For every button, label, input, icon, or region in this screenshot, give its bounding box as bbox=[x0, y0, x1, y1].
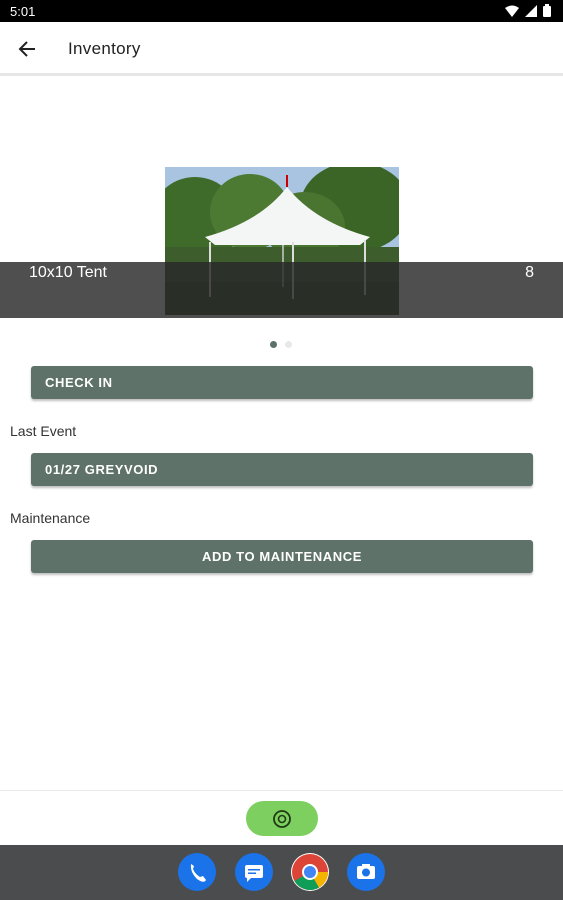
battery-icon bbox=[543, 4, 551, 17]
chrome-icon[interactable] bbox=[291, 853, 329, 891]
bottom-divider bbox=[0, 790, 563, 791]
page-title: Inventory bbox=[68, 39, 141, 58]
item-name: 10x10 Tent bbox=[29, 264, 107, 281]
maintenance-heading: Maintenance bbox=[10, 510, 91, 526]
carousel-pager bbox=[270, 341, 292, 348]
camera-icon[interactable] bbox=[347, 853, 385, 891]
page-dot[interactable] bbox=[285, 341, 292, 348]
status-icons bbox=[505, 4, 551, 17]
scan-icon bbox=[273, 809, 291, 828]
last-event-button[interactable]: 01/27 GREYVOID bbox=[31, 453, 533, 486]
back-button[interactable] bbox=[14, 36, 40, 62]
messages-icon[interactable] bbox=[235, 853, 273, 891]
add-to-maintenance-button[interactable]: ADD TO MAINTENANCE bbox=[31, 540, 533, 573]
arrow-back-icon bbox=[18, 41, 35, 57]
last-event-heading: Last Event bbox=[10, 423, 77, 439]
check-in-button[interactable]: CHECK IN bbox=[31, 366, 533, 399]
wifi-icon bbox=[505, 5, 519, 17]
app-bar: Inventory bbox=[0, 22, 563, 76]
signal-icon bbox=[525, 4, 537, 17]
status-time: 5:01 bbox=[10, 4, 36, 19]
item-count: 8 bbox=[525, 264, 534, 281]
image-carousel[interactable]: 10x10 Tent 8 bbox=[0, 76, 563, 320]
phone-icon[interactable] bbox=[178, 853, 216, 891]
status-bar: 5:01 bbox=[0, 0, 563, 22]
app-dock bbox=[0, 845, 563, 900]
page-dot-active[interactable] bbox=[270, 341, 277, 348]
scan-button[interactable] bbox=[246, 801, 318, 836]
